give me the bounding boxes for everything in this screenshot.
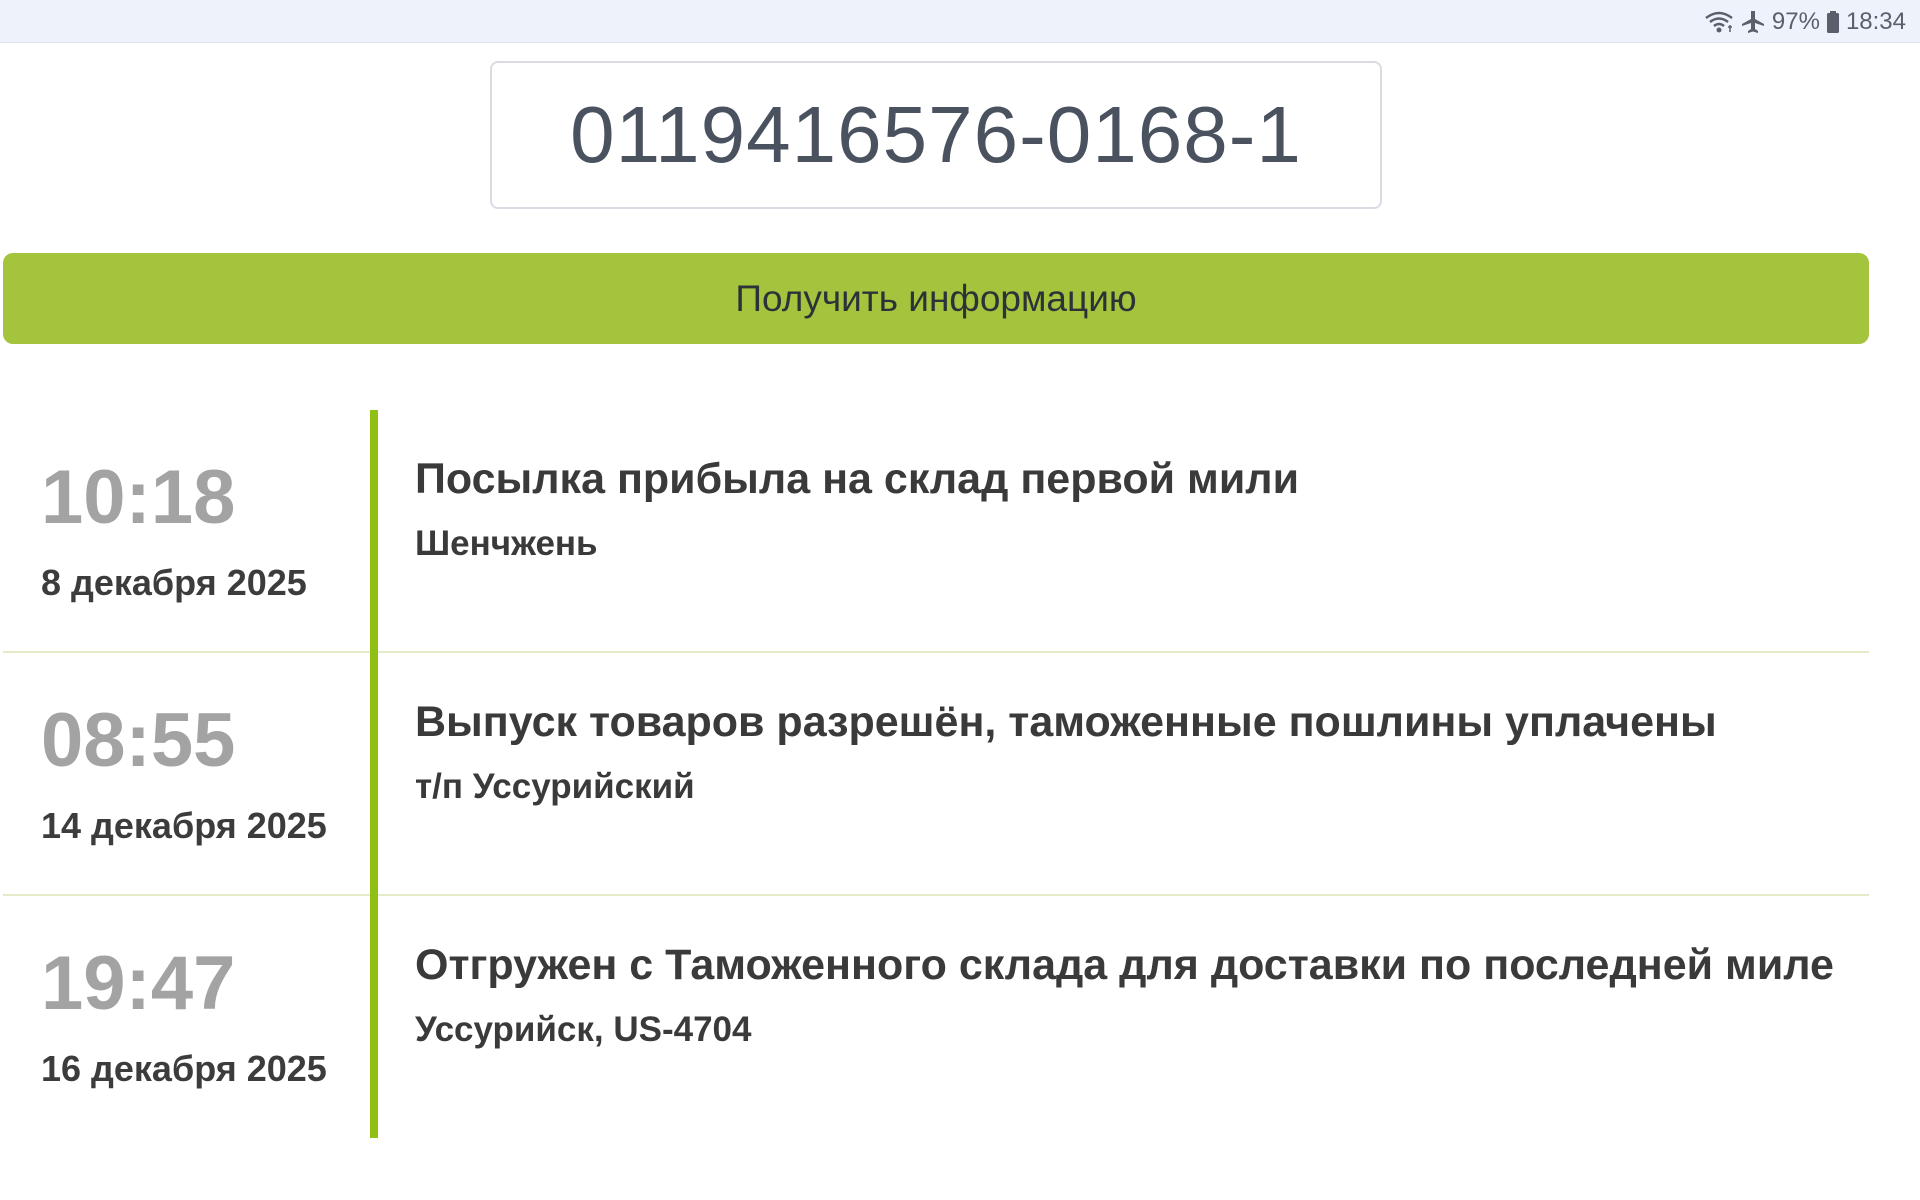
- airplane-icon: [1740, 9, 1766, 35]
- timeline-line: [370, 410, 378, 1138]
- event-date: 14 декабря 2025: [41, 805, 327, 846]
- status-icons: 97% 18:34: [1704, 0, 1906, 43]
- battery-percent: 97%: [1771, 7, 1820, 35]
- event-date: 8 декабря 2025: [41, 562, 307, 603]
- event-location: Шенчжень: [415, 524, 598, 563]
- timeline-event: 19:47 16 декабря 2025 Отгружен с Таможен…: [3, 896, 1869, 1139]
- event-time: 08:55: [41, 698, 236, 783]
- event-date: 16 декабря 2025: [41, 1048, 327, 1089]
- get-info-button-label: Получить информацию: [735, 277, 1137, 319]
- wifi-icon: [1704, 10, 1734, 34]
- tracking-timeline: 10:18 8 декабря 2025 Посылка прибыла на …: [3, 410, 1869, 1138]
- event-title: Выпуск товаров разрешён, таможенные пошл…: [415, 698, 1717, 746]
- timeline-event: 08:55 14 декабря 2025 Выпуск товаров раз…: [3, 653, 1869, 896]
- battery-icon: [1826, 10, 1840, 34]
- event-location: т/п Уссурийский: [415, 767, 695, 806]
- event-time: 19:47: [41, 941, 236, 1026]
- status-bar: 97% 18:34: [0, 0, 1920, 43]
- event-time: 10:18: [41, 455, 236, 540]
- timeline-event: 10:18 8 декабря 2025 Посылка прибыла на …: [3, 410, 1869, 653]
- clock: 18:34: [1845, 7, 1906, 35]
- tracking-number-field[interactable]: 0119416576-0168-1: [490, 61, 1382, 209]
- get-info-button[interactable]: Получить информацию: [3, 253, 1869, 344]
- tracking-number-value: 0119416576-0168-1: [570, 90, 1302, 179]
- event-title: Отгружен с Таможенного склада для достав…: [415, 941, 1834, 989]
- event-title: Посылка прибыла на склад первой мили: [415, 455, 1299, 503]
- event-location: Уссурийск, US-4704: [415, 1010, 752, 1049]
